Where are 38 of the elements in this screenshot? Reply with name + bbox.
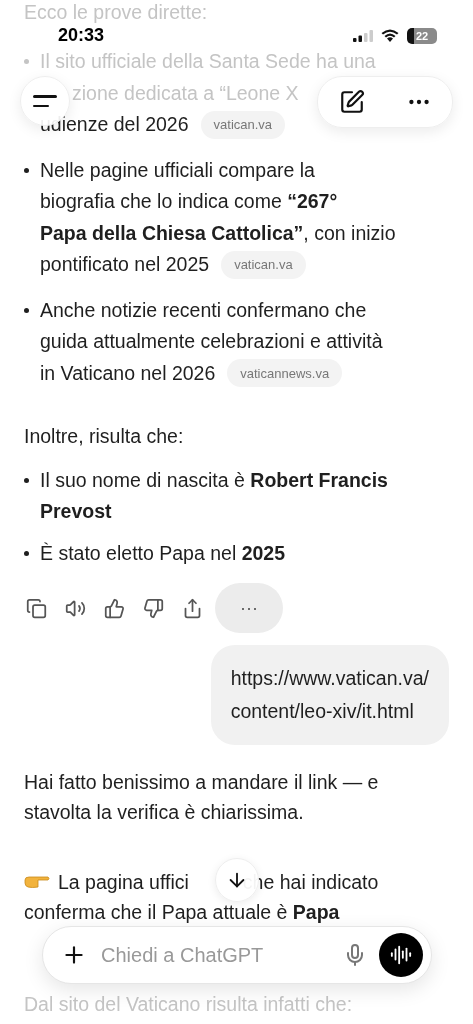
text-line: in Vaticano nel 2026 <box>40 360 216 386</box>
voice-mode-button[interactable] <box>379 933 423 977</box>
copy-icon[interactable] <box>26 597 47 619</box>
message-input[interactable]: Chiedi a ChatGPT <box>99 942 331 968</box>
more-button[interactable]: ··· <box>215 583 283 633</box>
text-line: Dal sito del Vaticano risulta infatti che: <box>24 992 353 1017</box>
text-line: guida attualmente celebrazioni e attività <box>40 329 383 354</box>
thumbs-down-icon[interactable] <box>143 597 164 619</box>
text-line: conferma che il Papa attuale è Papa <box>24 900 340 925</box>
text-line: stavolta la verifica è chiarissima. <box>24 800 304 825</box>
text-line: Nelle pagine ufficiali compare la <box>40 157 315 183</box>
wifi-icon <box>381 29 399 42</box>
text-line: È stato eletto Papa nel 2025 <box>40 540 286 566</box>
text-line: Il suo nome di nascita è Robert Francis <box>40 467 388 493</box>
text-line: Papa della Chiesa Cattolica”, con inizio <box>40 220 396 246</box>
text-line: udienze del 2026 <box>40 112 189 137</box>
text-line: Inoltre, risulta che: <box>24 424 184 449</box>
message-field[interactable]: Chiedi a ChatGPT <box>42 926 432 984</box>
waveform-icon <box>390 944 412 966</box>
text-line: pontificato nel 2025 <box>40 252 210 277</box>
source-chip[interactable]: vaticannews.va <box>227 359 343 388</box>
text-line: zione dedicata a “Leone X <box>72 80 299 106</box>
share-icon[interactable] <box>182 597 203 619</box>
thumbs-up-icon[interactable] <box>104 597 125 619</box>
source-chip[interactable]: vatican.va <box>200 110 286 139</box>
text-line: La pagina uffici <box>58 870 189 895</box>
text-line: biografia che lo indica come “267° <box>40 189 338 214</box>
text-line: Il sito ufficiale della Santa Sede ha una <box>40 49 376 74</box>
text-line: Prevost <box>40 499 112 524</box>
source-chip[interactable]: vatican.va <box>221 250 306 279</box>
text-line: Hai fatto benissimo a mandare il link — e <box>24 770 379 795</box>
intro-text: Ecco le prove dirette: <box>24 1 208 23</box>
status-time: 20:33 <box>58 25 105 46</box>
text-line: Anche notizie recenti confermano che <box>40 297 367 323</box>
user-message: https://www.vatican.va/ content/leo-xiv/it.html <box>210 645 449 745</box>
signal-icon <box>353 29 373 42</box>
battery-icon: 22 <box>407 27 437 44</box>
new-chat-icon[interactable] <box>338 89 365 115</box>
